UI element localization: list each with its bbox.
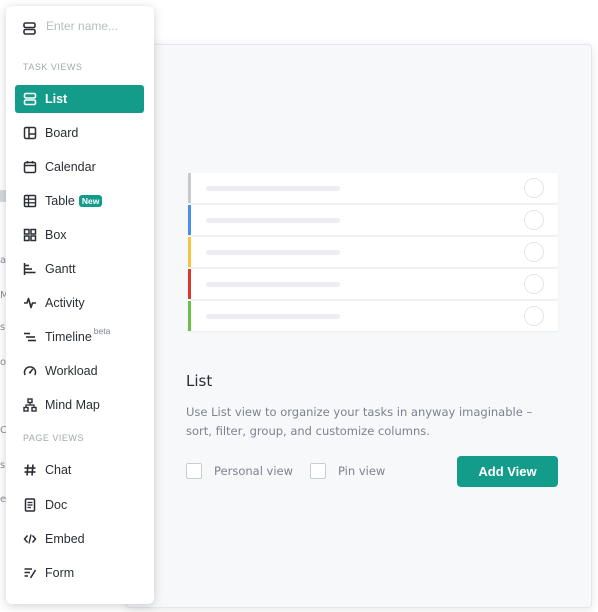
code-icon [23,532,37,546]
menu-item-activity[interactable]: Activity [15,289,144,317]
menu-item-label: Box [45,228,67,242]
menu-item-label: Form [45,566,75,580]
menu-item-label: Timeline [45,330,92,344]
menu-item-list[interactable]: List [15,85,144,113]
timeline-icon [23,330,37,344]
activity-icon [23,296,37,310]
workload-icon [23,364,37,378]
menu-item-calendar[interactable]: Calendar [15,153,144,181]
task-views-heading: TASK VIEWS [23,62,83,72]
pin-view-checkbox[interactable] [310,463,326,479]
illustration-row [188,301,558,331]
view-title: List [186,372,213,390]
menu-item-label: Table [45,194,75,208]
menu-item-label: Board [45,126,79,140]
menu-item-embed[interactable]: Embed [15,525,144,553]
personal-view-option[interactable]: Personal view [186,463,293,479]
menu-item-label: Doc [45,498,68,512]
menu-item-mind-map[interactable]: Mind Map [15,391,144,419]
view-type-menu: TASK VIEWS List Board Calendar Table New… [6,6,154,604]
view-name-input[interactable] [46,17,146,35]
menu-item-label: Workload [45,364,98,378]
menu-item-label: List [45,92,68,106]
hash-icon [23,463,37,477]
view-description: Use List view to organize your tasks in … [186,405,533,438]
menu-item-gantt[interactable]: Gantt [15,255,144,283]
view-preview-panel: List Use List view to organize your task… [126,44,592,608]
menu-item-workload[interactable]: Workload [15,357,144,385]
menu-item-label: Activity [45,296,85,310]
menu-item-label: Calendar [45,160,96,174]
menu-item-box[interactable]: Box [15,221,144,249]
list-icon [23,20,36,39]
menu-item-label: Chat [45,463,72,477]
menu-item-timeline[interactable]: Timeline beta [15,323,144,351]
menu-item-label: Mind Map [45,398,100,412]
pin-view-label: Pin view [338,464,386,478]
gantt-icon [23,262,37,276]
illustration-row [188,269,558,299]
list-illustration [188,173,558,333]
board-icon [23,126,37,140]
list-icon [23,92,37,106]
menu-item-label: Gantt [45,262,76,276]
menu-item-label: Embed [45,532,85,546]
menu-item-table[interactable]: Table New [15,187,144,215]
personal-view-label: Personal view [214,464,294,478]
pin-view-option[interactable]: Pin view [310,463,385,479]
table-icon [23,194,37,208]
illustration-row [188,237,558,267]
new-badge: New [78,195,103,207]
page-views-heading: PAGE VIEWS [23,433,84,443]
background-text: s [0,460,6,471]
menu-item-chat[interactable]: Chat [15,456,144,484]
illustration-row [188,173,558,203]
calendar-icon [23,160,37,174]
add-view-button[interactable]: Add View [457,456,558,487]
mind-map-icon [23,398,37,412]
beta-label: beta [93,326,111,336]
illustration-row [188,205,558,235]
form-icon [23,566,37,580]
menu-item-board[interactable]: Board [15,119,144,147]
doc-icon [23,498,37,512]
personal-view-checkbox[interactable] [186,463,202,479]
box-icon [23,228,37,242]
menu-item-form[interactable]: Form [15,559,144,587]
view-name-row [6,6,154,46]
menu-item-doc[interactable]: Doc [15,491,144,519]
background-text: s [0,322,6,333]
